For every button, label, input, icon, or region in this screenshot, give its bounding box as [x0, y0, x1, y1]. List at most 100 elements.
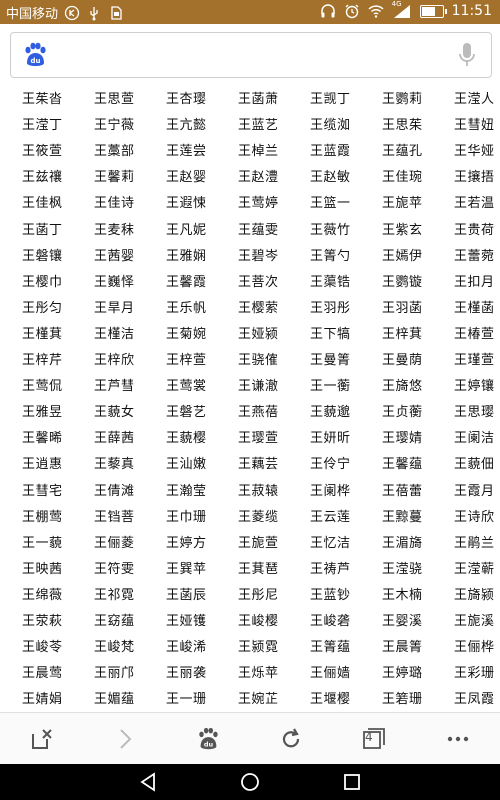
name-cell: 王鹦镟 — [382, 274, 423, 290]
name-cell: 王麦秣 — [94, 222, 135, 238]
name-row: 王一藐 王俪菱 王婷方 王旎萱 王忆洁 王湄旖 王鹃兰 — [0, 532, 500, 558]
name-cell: 王蓓蕾 — [382, 483, 423, 499]
svg-text:du: du — [204, 740, 214, 748]
name-cell: 王旎萱 — [238, 535, 279, 551]
name-cell: 王蓝艺 — [238, 118, 279, 134]
name-cell: 王峻樱 — [238, 614, 279, 629]
carrier-label: 中国移动 — [6, 7, 59, 22]
name-row: 王逍惠 王藜真 王汕嫩 王藕芸 王伶宁 王馨蕴 王藐佃 — [0, 453, 500, 479]
name-cell: 王烁苹 — [238, 666, 279, 682]
name-cell: 王诗欣 — [454, 509, 495, 525]
name-row: 王棚莺 王铛菩 王巾珊 王菱缆 王云莲 王黥蔓 王诗欣 — [0, 506, 500, 532]
name-cell: 王嫣伊 — [382, 248, 423, 264]
name-cell: 王觊丁 — [310, 92, 351, 107]
name-cell: 王霞月 — [454, 483, 495, 499]
system-nav-bar — [0, 764, 500, 800]
name-cell: 王磐艺 — [166, 405, 207, 421]
name-row: 王荥萩 王窈蕴 王娅镬 王峻樱 王峻砻 王婴溪 王旎溪 — [0, 610, 500, 636]
name-row: 王槿萁 王槿洁 王菊婉 王娅颍 王下犒 王梓萁 王椿萱 — [0, 323, 500, 349]
name-row: 王婧娟 王媚蕴 王一珊 王婉芷 王堰樱 王箬珊 王凤霞 — [0, 688, 500, 708]
name-cell: 王棚莺 — [22, 509, 63, 525]
baidu-paw-icon[interactable]: du — [21, 41, 49, 69]
name-cell: 王樱巾 — [22, 274, 63, 290]
name-cell: 王薛茜 — [94, 431, 135, 447]
name-row: 王晨莺 王丽邝 王丽袭 王烁苹 王俪嫱 王婷璐 王彩珊 — [0, 662, 500, 688]
name-cell: 王鹃兰 — [454, 535, 495, 551]
name-cell: 王晨莺 — [22, 666, 63, 682]
name-cell: 王一蘅 — [310, 379, 351, 395]
name-cell: 王滢蕲 — [454, 561, 495, 577]
name-cell: 王木楠 — [382, 587, 423, 603]
name-cell: 王思萱 — [94, 92, 135, 107]
name-cell: 王荥萩 — [22, 614, 63, 629]
name-cell: 王思茱 — [382, 118, 423, 134]
name-row: 王兹禳 王馨莉 王赵婴 王赵澧 王赵敏 王佳琬 王攘捂 — [0, 166, 500, 192]
name-cell: 王黥蔓 — [382, 509, 423, 525]
name-cell: 王若温 — [454, 196, 495, 212]
recents-square-icon[interactable] — [340, 770, 364, 794]
name-cell: 王菡辰 — [166, 587, 207, 603]
name-cell: 王旖悠 — [382, 379, 423, 395]
name-cell: 王樱萦 — [238, 300, 279, 316]
name-cell: 王藕芸 — [238, 457, 279, 473]
sim-icon — [108, 5, 124, 21]
name-cell: 王云莲 — [310, 509, 351, 525]
name-cell: 王莺裳 — [166, 379, 207, 395]
name-cell: 王莺侃 — [22, 379, 63, 395]
name-cell: 王蕖锆 — [310, 274, 351, 290]
name-cell: 王俪桦 — [454, 640, 495, 656]
name-cell: 王扣月 — [454, 274, 495, 290]
tabs-icon[interactable]: 4 — [358, 723, 390, 755]
home-circle-icon[interactable] — [238, 770, 262, 794]
names-content[interactable]: 王茱沓 王思萱 王杏璎 王菡萧 王觊丁 王鹦莉 王滢人 王滢丁 王宁薇 王亢懿 王蓝艺 王缆洳 王思茱王… — [0, 88, 500, 708]
name-cell: 王符雯 — [94, 561, 135, 577]
microphone-icon[interactable] — [457, 41, 477, 69]
name-cell: 王雅昱 — [22, 405, 63, 421]
name-cell: 王湄旖 — [382, 535, 423, 551]
name-cell: 王梓萁 — [382, 326, 423, 342]
name-cell: 王伶宁 — [310, 457, 351, 473]
baidu-home-icon[interactable]: du — [192, 723, 224, 755]
name-cell: 王羽彤 — [310, 300, 351, 316]
name-cell: 王茱沓 — [22, 92, 63, 107]
name-cell: 王滢人 — [454, 92, 495, 107]
name-cell: 王堰樱 — [310, 692, 351, 708]
name-cell: 王箐勺 — [310, 248, 351, 264]
browser-toolbar: du 4 — [0, 712, 500, 765]
name-row: 王雅昱 王藐女 王磐艺 王燕蓓 王藐邈 王贞蘅 王思璎 — [0, 401, 500, 427]
name-cell: 王菡萧 — [238, 92, 279, 107]
name-cell: 王骁傕 — [238, 353, 279, 368]
name-cell: 王倩滩 — [94, 483, 135, 499]
name-cell: 王宁薇 — [94, 118, 135, 134]
forward-icon[interactable] — [109, 723, 141, 755]
name-cell: 王彩珊 — [454, 666, 495, 682]
back-triangle-icon[interactable] — [136, 770, 160, 794]
usb-icon — [86, 5, 102, 21]
name-cell: 王俪嫱 — [310, 666, 351, 682]
name-cell: 王逍惠 — [22, 457, 63, 473]
name-cell: 王蓝霞 — [310, 144, 351, 160]
name-row: 王绵薇 王祁霓 王菡辰 王彤尼 王蓝钞 王木楠 王旖颍 — [0, 584, 500, 610]
name-cell: 王旎溪 — [454, 614, 495, 629]
search-box[interactable]: du — [10, 32, 492, 78]
name-cell: 王阑桦 — [310, 483, 351, 499]
battery-icon — [419, 4, 447, 18]
refresh-icon[interactable] — [275, 723, 307, 755]
name-cell: 王峻砻 — [310, 614, 351, 629]
name-cell: 王馨蕴 — [382, 457, 423, 473]
more-icon[interactable] — [442, 723, 474, 755]
search-input[interactable] — [57, 41, 441, 69]
name-row: 王菡丁 王麦秣 王凡妮 王蕴雯 王薇竹 王紫玄 王贵荷 — [0, 219, 500, 245]
name-cell: 王缆洳 — [310, 118, 351, 134]
name-cell: 王丽邝 — [94, 666, 135, 682]
name-cell: 王映茜 — [22, 561, 63, 577]
name-cell: 王巾珊 — [166, 509, 207, 525]
name-cell: 王瑾萱 — [454, 353, 495, 368]
name-cell: 王贞蘅 — [382, 405, 423, 421]
name-row: 王滢丁 王宁薇 王亢懿 王蓝艺 王缆洳 王思茱 王彗妞 — [0, 114, 500, 140]
name-cell: 王兹禳 — [22, 170, 63, 186]
close-page-icon[interactable] — [26, 723, 58, 755]
name-cell: 王茜婴 — [94, 248, 135, 264]
name-cell: 王旱月 — [94, 300, 135, 316]
name-cell: 王祷芦 — [310, 561, 351, 577]
